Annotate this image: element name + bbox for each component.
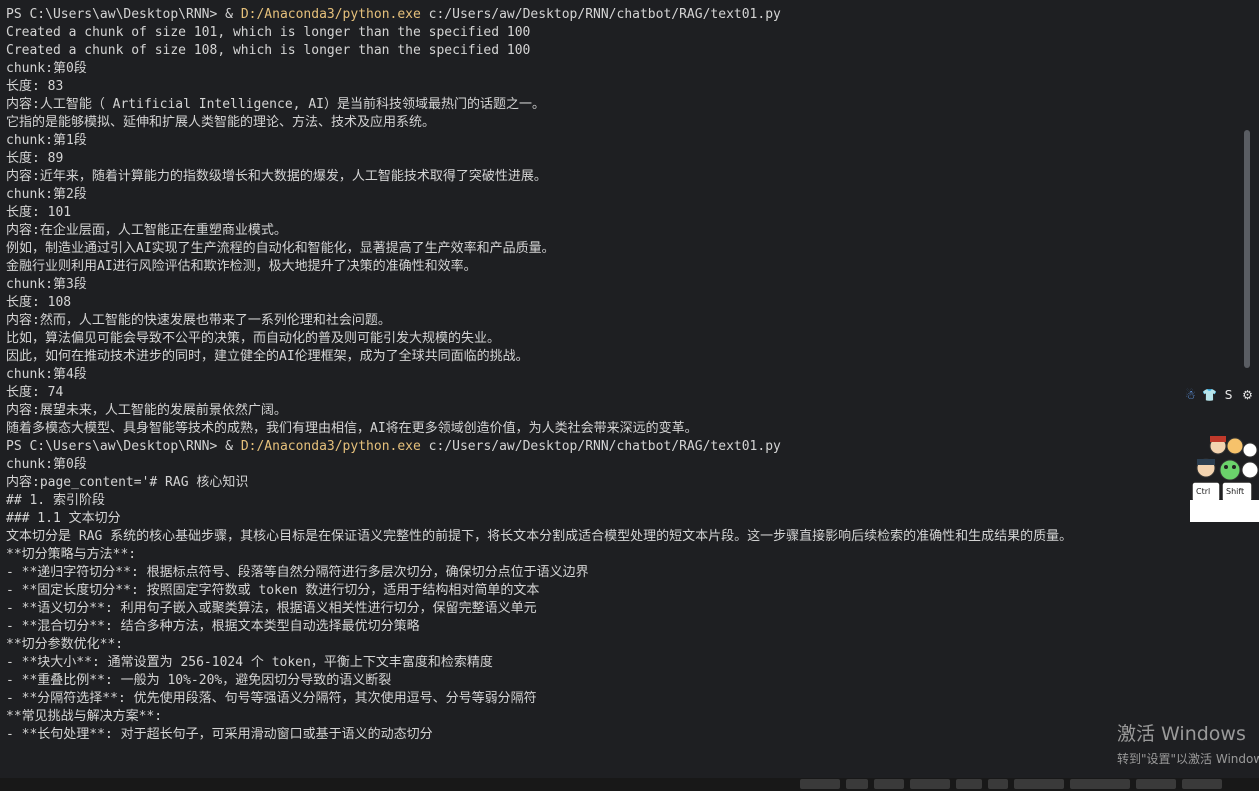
shift-key-label: Shift <box>1226 487 1245 496</box>
terminal-line: - **递归字符切分**: 根据标点符号、段落等自然分隔符进行多层次切分，确保切… <box>6 565 589 580</box>
terminal-line: 内容:展望未来，人工智能的发展前景依然广阔。 <box>6 403 287 418</box>
terminal-line: 长度: 89 <box>6 151 64 166</box>
gear-icon[interactable]: ⚙ <box>1240 388 1255 403</box>
ctrl-key-label: Ctrl <box>1196 487 1211 496</box>
terminal-output[interactable]: Number of token: ... ...PS C:\Users\aw\D… <box>0 0 1240 778</box>
terminal-line: 内容:然而，人工智能的快速发展也带来了一系列伦理和社会问题。 <box>6 313 391 328</box>
shell-prompt: PS C:\Users\aw\Desktop\RNN> & <box>6 439 241 454</box>
status-bar <box>0 778 1259 791</box>
terminal-line: - **块大小**: 通常设置为 256-1024 个 token，平衡上下文丰… <box>6 655 493 670</box>
terminal-line: PS C:\Users\aw\Desktop\RNN> & D:/Anacond… <box>6 6 1234 24</box>
ime-mascot-icon[interactable]: ☃ <box>1183 388 1198 403</box>
terminal-line: - **语义切分**: 利用句子嵌入或聚类算法，根据语义相关性进行切分，保留完整… <box>6 601 537 616</box>
windows-activation-watermark: 激活 Windows 转到"设置"以激活 Windows。 <box>1117 722 1259 767</box>
terminal-line: 内容:人工智能（ Artificial Intelligence, AI）是当前… <box>6 97 545 112</box>
terminal-line: 长度: 108 <box>6 295 72 310</box>
terminal-line: Created a chunk of size 101, which is lo… <box>6 25 531 40</box>
terminal-line: 金融行业则利用AI进行风险评估和欺诈检测，极大地提升了决策的准确性和效率。 <box>6 259 477 274</box>
terminal-line: ## 1. 索引阶段 <box>6 493 105 508</box>
sogou-s-icon[interactable]: S <box>1221 388 1236 403</box>
terminal-line: 内容:在企业层面，人工智能正在重塑商业模式。 <box>6 223 287 238</box>
shell-prompt: PS C:\Users\aw\Desktop\RNN> & <box>6 7 241 22</box>
terminal-line: - **固定长度切分**: 按照固定字符数或 token 数进行切分，适用于结构… <box>6 583 540 598</box>
python-exe-path: D:/Anaconda3/python.exe <box>240 439 421 454</box>
terminal-line: - **重叠比例**: 一般为 10%-20%，避免因切分导致的语义断裂 <box>6 673 392 688</box>
terminal-line: Created a chunk of size 108, which is lo… <box>6 43 531 58</box>
activation-subtitle: 转到"设置"以激活 Windows。 <box>1117 752 1259 766</box>
script-path-arg: c:/Users/aw/Desktop/RNN/chatbot/RAG/text… <box>420 7 781 22</box>
terminal-line: **常见挑战与解决方案**: <box>6 709 163 724</box>
terminal-line: **切分策略与方法**: <box>6 547 137 562</box>
script-path-arg: c:/Users/aw/Desktop/RNN/chatbot/RAG/text… <box>420 439 781 454</box>
terminal-line: chunk:第1段 <box>6 133 87 148</box>
activation-title: 激活 Windows <box>1117 723 1246 745</box>
terminal-line: - **混合切分**: 结合多种方法，根据文本类型自动选择最优切分策略 <box>6 619 420 634</box>
scrollbar-thumb[interactable] <box>1244 130 1250 368</box>
terminal-line: 文本切分是 RAG 系统的核心基础步骤，其核心目标是在保证语义完整性的前提下，将… <box>6 529 1073 544</box>
terminal-line: chunk:第0段 <box>6 61 87 76</box>
terminal-line: ### 1.1 文本切分 <box>6 511 121 526</box>
terminal-line: 它指的是能够模拟、延伸和扩展人类智能的理论、方法、技术及应用系统。 <box>6 115 436 130</box>
keyboard-mascot-sticker: Ctrl Shift <box>1190 432 1259 522</box>
terminal-line: 内容:近年来，随着计算能力的指数级增长和大数据的爆发，人工智能技术取得了突破性进… <box>6 169 547 184</box>
terminal-line: 例如，制造业通过引入AI实现了生产流程的自动化和智能化，显著提高了生产效率和产品… <box>6 241 555 256</box>
terminal-line: **切分参数优化**: <box>6 637 124 652</box>
terminal-line: chunk:第2段 <box>6 187 87 202</box>
python-exe-path: D:/Anaconda3/python.exe <box>240 7 421 22</box>
terminal-line: - **长句处理**: 对于超长句子，可采用滑动窗口或基于语义的动态切分 <box>6 727 433 742</box>
terminal-line: 比如，算法偏见可能会导致不公平的决策，而自动化的普及则可能引发大规模的失业。 <box>6 331 501 346</box>
terminal-line: chunk:第0段 <box>6 457 87 472</box>
terminal-line: 长度: 101 <box>6 205 72 220</box>
terminal-line: 内容:page_content='# RAG 核心知识 <box>6 475 249 490</box>
terminal-line: 长度: 74 <box>6 385 64 400</box>
terminal-line: chunk:第3段 <box>6 277 87 292</box>
terminal-lines: Number of token: ... ...PS C:\Users\aw\D… <box>6 0 1234 744</box>
terminal-line: 随着多模态大模型、具身智能等技术的成熟，我们有理由相信，AI将在更多领域创造价值… <box>6 421 698 436</box>
terminal-line: 长度: 83 <box>6 79 64 94</box>
ime-toolbar: ☃ 👕 S ⚙ <box>1183 385 1255 405</box>
shirt-icon[interactable]: 👕 <box>1202 388 1217 403</box>
terminal-line: chunk:第4段 <box>6 367 87 382</box>
terminal-line: PS C:\Users\aw\Desktop\RNN> & D:/Anacond… <box>6 438 1234 456</box>
terminal-line: - **分隔符选择**: 优先使用段落、句号等强语义分隔符，其次使用逗号、分号等… <box>6 691 537 706</box>
terminal-line: 因此，如何在推动技术进步的同时，建立健全的AI伦理框架，成为了全球共同面临的挑战… <box>6 349 529 364</box>
